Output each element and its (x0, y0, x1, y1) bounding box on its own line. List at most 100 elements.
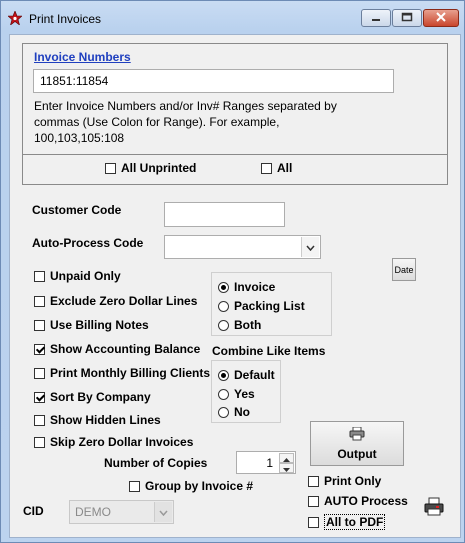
print-only-label: Print Only (324, 474, 382, 488)
radio-dot (218, 319, 229, 331)
radio-label: Packing List (234, 299, 305, 313)
option-label: Unpaid Only (50, 269, 121, 283)
auto-process-dropdown-button[interactable] (301, 237, 319, 257)
option-label: Sort By Company (50, 390, 151, 404)
window-title: Print Invoices (29, 12, 102, 26)
combine-like-items-label: Combine Like Items (212, 344, 326, 358)
maximize-button[interactable] (392, 9, 422, 27)
close-button[interactable] (423, 9, 459, 27)
print-only-box (308, 475, 319, 487)
option-show-accounting-balance[interactable]: Show Accounting Balance (34, 342, 200, 356)
all-label: All (277, 161, 293, 175)
option-box (34, 270, 45, 282)
chevron-down-icon (306, 240, 315, 254)
invoice-numbers-input[interactable]: 11851:11854 (33, 69, 394, 93)
spinner-down-button[interactable] (279, 463, 294, 473)
printer-icon (349, 426, 365, 444)
output-button-label: Output (337, 446, 377, 461)
radio-label: Yes (234, 387, 255, 401)
option-exclude-zero-dollar-lines[interactable]: Exclude Zero Dollar Lines (34, 294, 197, 308)
customer-code-label: Customer Code (32, 203, 122, 217)
group-by-invoice-checkbox[interactable]: Group by Invoice # (129, 479, 253, 493)
radio-combine-yes[interactable]: Yes (218, 387, 255, 401)
option-label: Show Hidden Lines (50, 413, 161, 427)
radio-label: Default (234, 368, 275, 382)
option-use-billing-notes[interactable]: Use Billing Notes (34, 318, 149, 332)
option-label: Print Monthly Billing Clients (50, 366, 210, 380)
radio-dot (218, 369, 229, 381)
all-to-pdf-checkbox[interactable]: All to PDF (308, 514, 386, 530)
minimize-button[interactable] (361, 9, 391, 27)
auto-process-code-label: Auto-Process Code (32, 236, 144, 250)
output-button[interactable]: Output (310, 421, 404, 466)
app-star-icon (7, 10, 23, 26)
option-sort-by-company[interactable]: Sort By Company (34, 390, 151, 404)
option-skip-zero-dollar-invoices[interactable]: Skip Zero Dollar Invoices (34, 435, 193, 449)
print-invoices-window: Print Invoices Invoice Numbers 11851:118… (0, 0, 465, 543)
radio-dot (218, 300, 229, 312)
all-to-pdf-label: All to PDF (324, 514, 386, 530)
number-of-copies-value: 1 (266, 456, 273, 470)
number-of-copies-spinner[interactable]: 1 (236, 451, 296, 474)
radio-combine-no[interactable]: No (218, 405, 250, 419)
option-box (34, 436, 45, 448)
radio-packing-list[interactable]: Packing List (218, 299, 305, 313)
document-type-group: Invoice Packing List Both (211, 272, 332, 336)
invoice-numbers-value: 11851:11854 (40, 74, 109, 88)
radio-dot (218, 281, 229, 293)
auto-process-checkbox[interactable]: AUTO Process (308, 494, 408, 508)
group-divider (23, 154, 447, 155)
option-print-monthly-billing-clients[interactable]: Print Monthly Billing Clients (34, 366, 210, 380)
printer-pdf-icon (423, 497, 445, 520)
group-by-invoice-box (129, 480, 140, 492)
option-box (34, 319, 45, 331)
invoice-numbers-group: Invoice Numbers 11851:11854 Enter Invoic… (22, 43, 448, 185)
option-box-checked (34, 391, 45, 403)
combine-like-items-group: Default Yes No (211, 360, 281, 423)
cid-dropdown-button (154, 502, 172, 522)
cid-value: DEMO (75, 505, 111, 519)
option-label: Exclude Zero Dollar Lines (50, 294, 198, 308)
option-box (34, 367, 45, 379)
number-of-copies-label: Number of Copies (104, 456, 208, 470)
print-only-checkbox[interactable]: Print Only (308, 474, 381, 488)
option-box-checked (34, 343, 45, 355)
auto-process-code-select[interactable] (164, 235, 321, 259)
print-pdf-button[interactable] (422, 497, 446, 519)
all-unprinted-checkbox[interactable]: All Unprinted (105, 161, 196, 175)
close-icon (435, 11, 447, 25)
option-label: Show Accounting Balance (50, 342, 201, 356)
auto-process-box (308, 495, 319, 507)
minimize-icon (371, 11, 381, 25)
title-bar[interactable]: Print Invoices (1, 1, 464, 35)
all-checkbox[interactable]: All (261, 161, 292, 175)
radio-dot (218, 406, 229, 418)
radio-combine-default[interactable]: Default (218, 368, 275, 382)
radio-label: Invoice (234, 280, 276, 294)
all-to-pdf-box (308, 516, 319, 528)
radio-label: Both (234, 318, 262, 332)
radio-dot (218, 388, 229, 400)
option-unpaid-only[interactable]: Unpaid Only (34, 269, 121, 283)
arrow-down-icon (283, 461, 290, 475)
invoice-help-text: Enter Invoice Numbers and/or Inv# Ranges… (34, 99, 337, 145)
date-button-label: Date (394, 264, 414, 275)
radio-both[interactable]: Both (218, 318, 261, 332)
option-label: Use Billing Notes (50, 318, 149, 332)
cid-select: DEMO (69, 500, 174, 524)
chevron-down-icon (159, 505, 168, 519)
radio-invoice[interactable]: Invoice (218, 280, 275, 294)
option-show-hidden-lines[interactable]: Show Hidden Lines (34, 413, 161, 427)
option-box (34, 295, 45, 307)
maximize-icon (401, 11, 413, 25)
option-box (34, 414, 45, 426)
all-unprinted-box (105, 162, 116, 174)
all-unprinted-label: All Unprinted (121, 161, 197, 175)
invoice-numbers-link[interactable]: Invoice Numbers (34, 50, 131, 64)
cid-label: CID (23, 504, 44, 518)
auto-process-label: AUTO Process (324, 494, 408, 508)
option-label: Skip Zero Dollar Invoices (50, 435, 194, 449)
customer-code-input[interactable] (164, 202, 285, 227)
date-button[interactable]: Date (392, 258, 416, 281)
group-by-invoice-label: Group by Invoice # (145, 479, 254, 493)
